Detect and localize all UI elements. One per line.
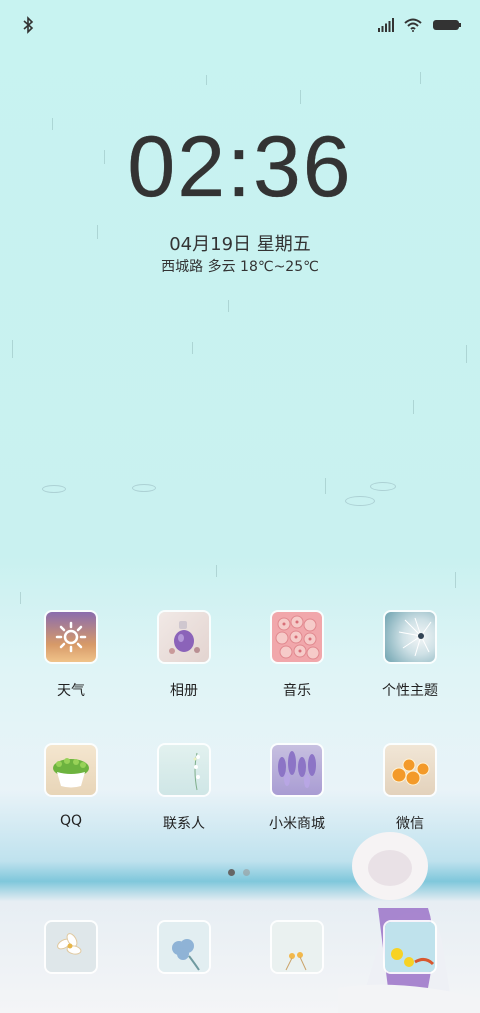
contacts-icon [159, 745, 209, 795]
weather-icon [46, 612, 96, 662]
qq-icon [46, 745, 96, 795]
lockscreen-clock: 02:36 [127, 119, 353, 215]
phone-icon[interactable] [46, 922, 96, 972]
app-label: 联系人 [163, 816, 205, 832]
signal-icon [378, 18, 394, 32]
mi-store-icon [272, 745, 322, 795]
app-themes[interactable]: 个性主题 [360, 612, 460, 700]
page-dot[interactable] [243, 869, 250, 876]
app-wechat[interactable]: 微信 [360, 745, 460, 833]
camera-icon[interactable] [385, 922, 435, 972]
app-label: 小米商城 [269, 816, 325, 832]
page-indicator[interactable] [228, 869, 250, 876]
app-label: 音乐 [283, 683, 311, 699]
status-bar [0, 0, 480, 52]
wallpaper-figure-image [338, 832, 480, 1013]
wechat-icon [385, 745, 435, 795]
wifi-icon [404, 18, 422, 32]
app-label: 相册 [170, 683, 198, 699]
app-gallery[interactable]: 相册 [134, 612, 234, 700]
lockscreen-date: 04月19日 星期五 [169, 234, 311, 255]
gallery-icon [159, 612, 209, 662]
themes-icon [385, 612, 435, 662]
app-mi-store[interactable]: 小米商城 [247, 745, 347, 833]
battery-icon [433, 20, 461, 30]
music-icon [272, 612, 322, 662]
app-music[interactable]: 音乐 [247, 612, 347, 700]
app-label: QQ [59, 813, 83, 829]
app-contacts[interactable]: 联系人 [134, 745, 234, 833]
app-weather[interactable]: 天气 [21, 612, 121, 700]
page-dot-active[interactable] [228, 869, 235, 876]
app-label: 个性主题 [382, 683, 438, 699]
app-label: 天气 [57, 683, 85, 699]
lockscreen-weather: 西城路 多云 18℃~25℃ [161, 259, 319, 275]
app-qq[interactable]: QQ [21, 745, 121, 829]
browser-icon[interactable] [272, 922, 322, 972]
messages-icon[interactable] [159, 922, 209, 972]
bluetooth-icon [23, 16, 34, 34]
